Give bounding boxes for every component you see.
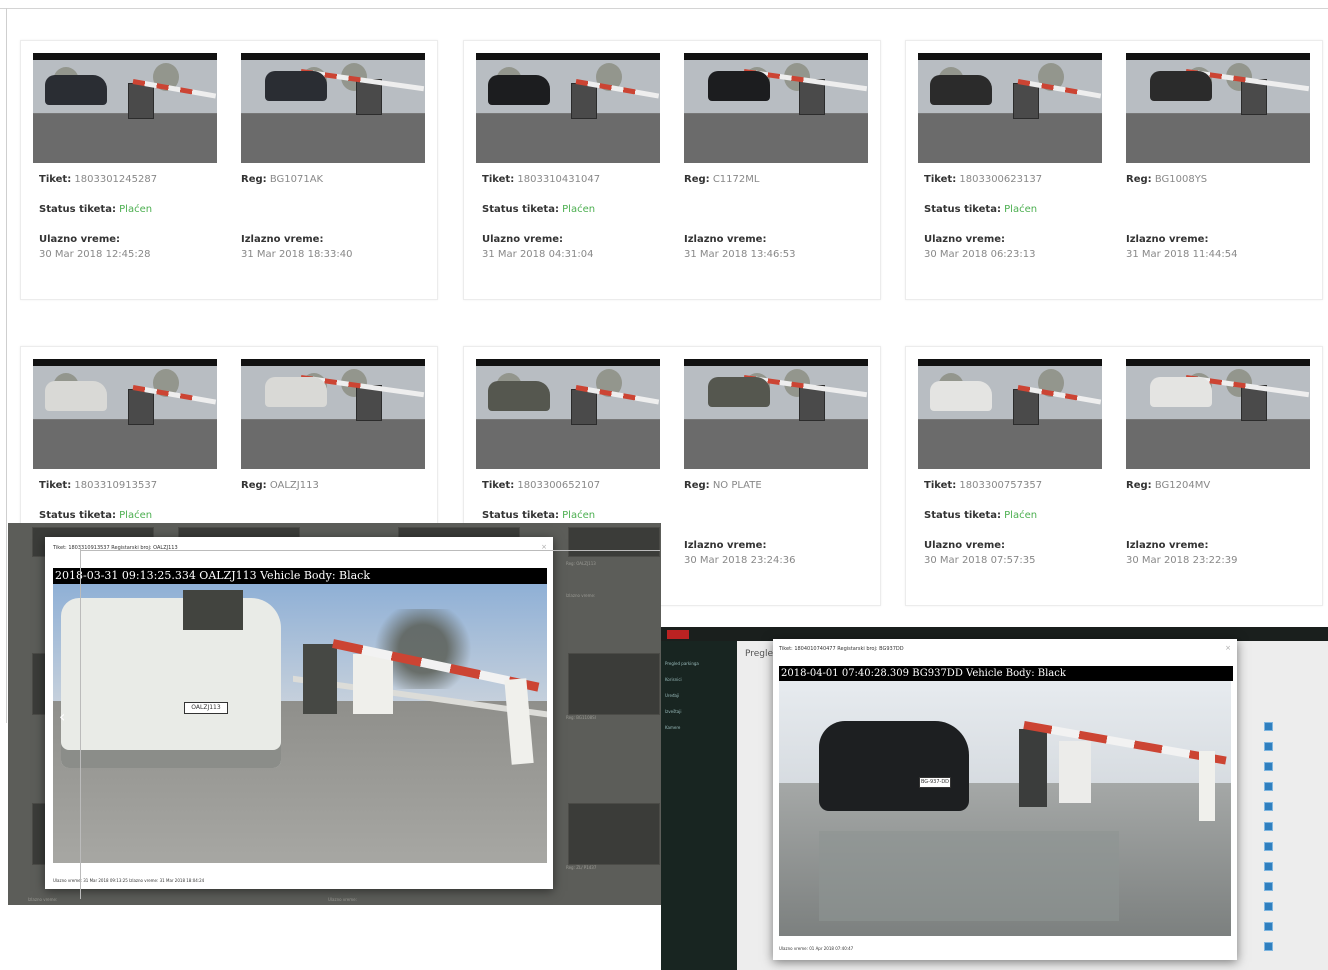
modal-connector-line-h	[80, 550, 660, 551]
registration-plate: Reg: NO PLATE	[684, 480, 762, 491]
ticket-number: Tiket: 1803310913537	[39, 480, 158, 491]
exit-photo-thumbnail[interactable]	[1126, 359, 1310, 469]
photo-caption: 2018-04-01 07:40:28.309 BG937DD Vehicle …	[779, 666, 1233, 681]
ticket-card[interactable]: Tiket: 1803301245287 Reg: BG1071AK Status …	[20, 40, 438, 300]
registration-plate: Reg: C1172ML	[684, 174, 760, 185]
entry-time: Ulazno vreme: 30 Mar 2018 06:23:13	[924, 234, 1036, 260]
exit-time: Izlazno vreme: 31 Mar 2018 18:33:40	[241, 234, 353, 260]
entry-photo-thumbnail[interactable]	[33, 359, 217, 469]
modal-footer-times: Ulazno vreme: 01 Apr 2018 07:40:47	[779, 946, 854, 951]
frame-top-line	[0, 8, 1328, 9]
image-file-icon[interactable]	[1264, 822, 1273, 831]
ticket-status: Status tiketa: Plaćen	[39, 510, 153, 521]
entry-photo-thumbnail[interactable]	[33, 53, 217, 163]
exit-photo-thumbnail[interactable]	[1126, 53, 1310, 163]
registration-plate: Reg: OALZJ113	[241, 480, 319, 491]
ticket-number: Tiket: 1803300623137	[924, 174, 1043, 185]
modal-connector-line	[80, 547, 81, 899]
ticket-card[interactable]: Tiket: 1803300623137 Reg: BG1008YS Status …	[905, 40, 1323, 300]
frame-left-line	[6, 8, 7, 723]
ticket-status: Status tiketa: Plaćen	[482, 204, 596, 215]
exit-photo-thumbnail[interactable]	[684, 359, 868, 469]
exit-photo-thumbnail[interactable]	[241, 359, 425, 469]
image-file-icon[interactable]	[1264, 942, 1273, 951]
exit-photo-thumbnail[interactable]	[241, 53, 425, 163]
entry-time: Ulazno vreme: 30 Mar 2018 12:45:28	[39, 234, 151, 260]
image-file-icon[interactable]	[1264, 802, 1273, 811]
entry-photo-thumbnail[interactable]	[918, 53, 1102, 163]
entry-photo-thumbnail[interactable]	[476, 359, 660, 469]
right-overlay-app-screenshot: Pregled Pregled parkinga Korisnici Uređa…	[661, 627, 1328, 970]
ticket-status: Status tiketa: Plaćen	[924, 204, 1038, 215]
modal-close-icon[interactable]: ×	[1225, 644, 1231, 652]
ticket-number: Tiket: 1803300757357	[924, 480, 1043, 491]
ticket-card[interactable]: Tiket: 1803300757357 Reg: BG1204MV Status …	[905, 346, 1323, 606]
modal-header: Tiket: 1804010740477 Registarski broj: B…	[779, 646, 904, 652]
image-file-icon[interactable]	[1264, 922, 1273, 931]
modal-footer-times: Ulazno vreme: 31 Mar 2018 09:13:25 Izlaz…	[53, 878, 205, 883]
entry-time: Ulazno vreme: 30 Mar 2018 07:57:35	[924, 540, 1036, 566]
registration-plate: Reg: BG1071AK	[241, 174, 324, 185]
license-plate: OALZJ113	[184, 702, 228, 714]
image-file-icon[interactable]	[1264, 842, 1273, 851]
registration-plate: Reg: BG1204MV	[1126, 480, 1211, 491]
photo-caption: 2018-03-31 09:13:25.334 OALZJ113 Vehicle…	[53, 568, 547, 584]
image-file-icon[interactable]	[1264, 862, 1273, 871]
exit-time: Izlazno vreme: 30 Mar 2018 23:22:39	[1126, 540, 1238, 566]
registration-plate: Reg: BG1008YS	[1126, 174, 1208, 185]
exit-time: Izlazno vreme: 30 Mar 2018 23:24:36	[684, 540, 796, 566]
entry-time: Ulazno vreme: 31 Mar 2018 04:31:04	[482, 234, 594, 260]
vehicle-photo: BG-937-DD	[779, 681, 1231, 936]
ticket-status: Status tiketa: Plaćen	[39, 204, 153, 215]
ticket-number: Tiket: 1803310431047	[482, 174, 601, 185]
image-file-icon[interactable]	[1264, 762, 1273, 771]
entry-photo-thumbnail[interactable]	[918, 359, 1102, 469]
exit-time: Izlazno vreme: 31 Mar 2018 11:44:54	[1126, 234, 1238, 260]
image-file-icon[interactable]	[1264, 722, 1273, 731]
entry-photo-thumbnail[interactable]	[476, 53, 660, 163]
ticket-status: Status tiketa: Plaćen	[924, 510, 1038, 521]
image-file-icon[interactable]	[1264, 782, 1273, 791]
left-overlay-screenshot: Reg: OALZJ113 Izlazno vreme: Reg: BG1108…	[8, 523, 661, 905]
photo-modal: Tiket: 1803310913537 Registarski broj: O…	[45, 537, 553, 889]
image-file-icon[interactable]	[1264, 882, 1273, 891]
image-file-icon[interactable]	[1264, 902, 1273, 911]
image-file-icon[interactable]	[1264, 742, 1273, 751]
ticket-number: Tiket: 1803300652107	[482, 480, 601, 491]
vehicle-photo: OALZJ113	[53, 584, 547, 863]
license-plate: BG-937-DD	[919, 777, 951, 788]
ticket-card[interactable]: Tiket: 1803310431047 Reg: C1172ML Status t…	[463, 40, 881, 300]
exit-time: Izlazno vreme: 31 Mar 2018 13:46:53	[684, 234, 796, 260]
photo-modal-right: Tiket: 1804010740477 Registarski broj: B…	[773, 639, 1237, 960]
exit-photo-thumbnail[interactable]	[684, 53, 868, 163]
ticket-status: Status tiketa: Plaćen	[482, 510, 596, 521]
prev-photo-chevron-icon[interactable]: ‹	[59, 707, 65, 726]
ticket-number: Tiket: 1803301245287	[39, 174, 158, 185]
